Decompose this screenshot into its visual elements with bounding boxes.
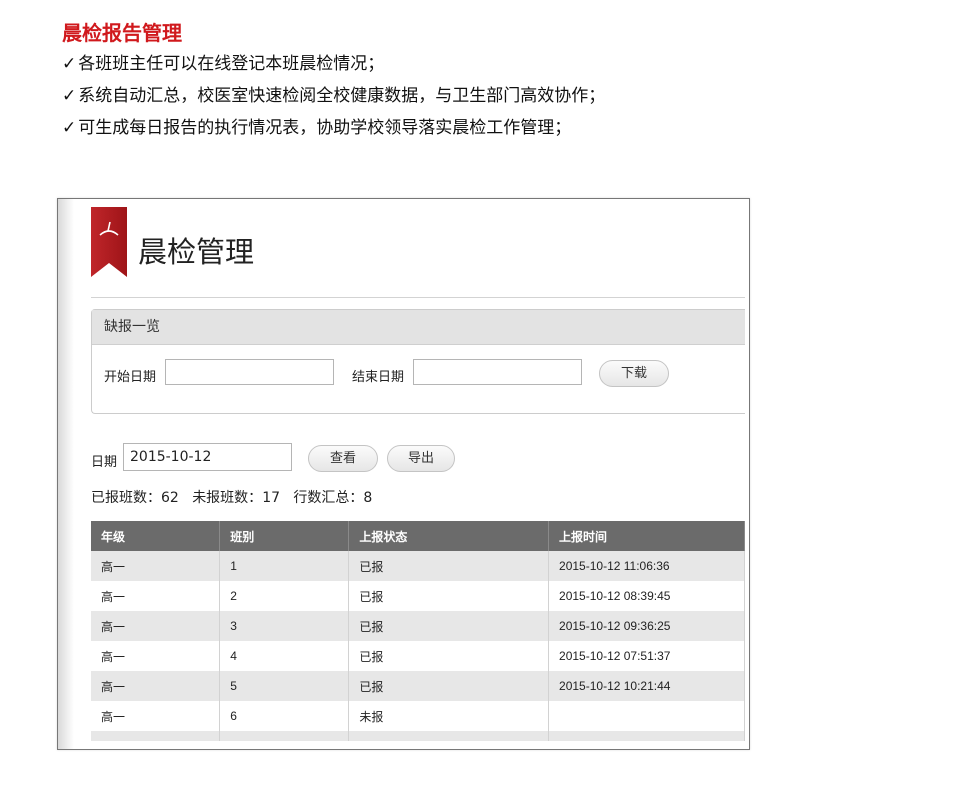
cell-class: 2 [219, 581, 350, 611]
cell-class: 5 [219, 671, 350, 701]
intro-bullet-text: 各班班主任可以在线登记本班晨检情况； [78, 54, 385, 74]
date-input[interactable] [123, 443, 292, 471]
cell-time [548, 701, 745, 731]
cell-empty [219, 731, 350, 741]
table-header-row: 年级 班别 上报状态 上报时间 [91, 521, 745, 551]
report-table: 年级 班别 上报状态 上报时间 高一 1 已报 2015-10-12 11:06… [91, 521, 745, 741]
cell-status: 已报 [348, 581, 550, 611]
cell-status: 已报 [348, 611, 550, 641]
check-mark-icon: ✓ [62, 118, 77, 138]
download-button[interactable]: 下载 [599, 360, 669, 387]
cell-status: 已报 [348, 551, 550, 581]
cell-empty [348, 731, 550, 741]
intro-bullet-text: 可生成每日报告的执行情况表，协助学校领导落实晨检工作管理； [78, 118, 572, 138]
header-time[interactable]: 上报时间 [548, 521, 745, 551]
cell-class: 1 [219, 551, 350, 581]
cell-grade: 高一 [91, 641, 221, 671]
table-row-partial [91, 731, 745, 741]
cell-status: 已报 [348, 641, 550, 671]
table-row[interactable]: 高一 4 已报 2015-10-12 07:51:37 [91, 641, 745, 671]
cell-class: 4 [219, 641, 350, 671]
cell-grade: 高一 [91, 551, 221, 581]
check-mark-icon: ✓ [62, 86, 77, 106]
unreported-count: 17 [262, 490, 281, 506]
cell-grade: 高一 [91, 701, 221, 731]
cell-time: 2015-10-12 11:06:36 [548, 551, 745, 581]
header-grade[interactable]: 年级 [91, 521, 221, 551]
panel-header: 缺报一览 [92, 310, 745, 345]
bookmark-logo-icon [91, 207, 127, 277]
left-shadow [58, 199, 74, 749]
page-title: 晨检管理 [138, 235, 255, 269]
cell-time: 2015-10-12 08:39:45 [548, 581, 745, 611]
date-label: 日期 [91, 455, 118, 470]
table-row[interactable]: 高一 5 已报 2015-10-12 10:21:44 [91, 671, 745, 701]
cell-status-missing: 未报 [348, 701, 550, 731]
cell-time: 2015-10-12 10:21:44 [548, 671, 745, 701]
title-divider [91, 297, 745, 298]
start-date-label: 开始日期 [104, 370, 157, 385]
intro-bullet: ✓ 系统自动汇总，校医室快速检阅全校健康数据，与卫生部门高效协作； [62, 80, 605, 112]
start-date-input[interactable] [165, 359, 334, 385]
rows-label: 行数汇总： [293, 490, 364, 506]
end-date-label: 结束日期 [352, 370, 405, 385]
cell-class: 6 [219, 701, 350, 731]
intro-bullet-text: 系统自动汇总，校医室快速检阅全校健康数据，与卫生部门高效协作； [78, 86, 606, 106]
end-date-input[interactable] [413, 359, 582, 385]
missing-report-panel: 缺报一览 开始日期 结束日期 下载 [91, 309, 745, 414]
intro-bullet: ✓ 各班班主任可以在线登记本班晨检情况； [62, 48, 605, 80]
table-row[interactable]: 高一 3 已报 2015-10-12 09:36:25 [91, 611, 745, 641]
cell-grade: 高一 [91, 581, 221, 611]
table-row[interactable]: 高一 1 已报 2015-10-12 11:06:36 [91, 551, 745, 581]
reported-count: 62 [161, 490, 179, 506]
table-row[interactable]: 高一 6 未报 [91, 701, 745, 731]
cell-empty [548, 731, 745, 741]
reported-label: 已报班数： [91, 490, 161, 506]
rows-count: 8 [363, 490, 373, 506]
unreported-label: 未报班数： [192, 490, 263, 506]
cell-class: 3 [219, 611, 350, 641]
check-mark-icon: ✓ [62, 54, 77, 74]
summary-line: 已报班数：62 未报班数：17 行数汇总：8 [91, 487, 372, 507]
intro-section: 晨检报告管理 ✓ 各班班主任可以在线登记本班晨检情况； ✓ 系统自动汇总，校医室快速… [62, 18, 605, 144]
intro-bullet: ✓ 可生成每日报告的执行情况表，协助学校领导落实晨检工作管理； [62, 112, 605, 144]
cell-grade: 高一 [91, 611, 221, 641]
cell-time: 2015-10-12 07:51:37 [548, 641, 745, 671]
view-button[interactable]: 查看 [308, 445, 378, 472]
table-row[interactable]: 高一 2 已报 2015-10-12 08:39:45 [91, 581, 745, 611]
intro-title: 晨检报告管理 [62, 21, 182, 45]
cell-empty [91, 731, 221, 741]
cell-status: 已报 [348, 671, 550, 701]
app-screenshot: 晨检管理 缺报一览 开始日期 结束日期 下载 日期 查看 导出 已报班数：62 … [57, 198, 750, 750]
header-status[interactable]: 上报状态 [348, 521, 550, 551]
cell-time: 2015-10-12 09:36:25 [548, 611, 745, 641]
export-button[interactable]: 导出 [387, 445, 455, 472]
cell-grade: 高一 [91, 671, 221, 701]
header-class[interactable]: 班别 [219, 521, 350, 551]
